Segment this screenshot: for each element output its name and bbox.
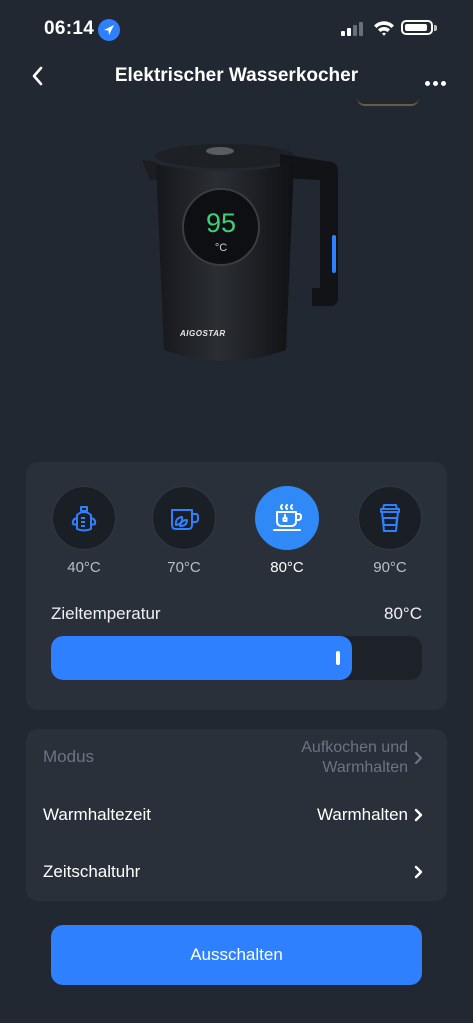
- location-arrow-icon: [98, 19, 120, 41]
- modus-label: Modus: [43, 747, 95, 766]
- modus-value: Aufkochen und Warmhalten: [301, 739, 408, 776]
- warmhaltezeit-label: Warmhaltezeit: [43, 805, 152, 824]
- preset-80[interactable]: 80°C: [255, 486, 319, 576]
- zeitschaltuhr-label[interactable]: Zeitschaltuhr: [43, 862, 140, 882]
- preset-circle: [358, 486, 422, 550]
- preset-label: 40°C: [67, 559, 101, 576]
- chevron-right-icon[interactable]: [414, 865, 424, 879]
- temperature-slider[interactable]: [51, 636, 422, 680]
- chevron-right-icon: [414, 751, 423, 765]
- coffee-cup-icon: [380, 504, 400, 532]
- more-dot-icon: [441, 81, 446, 86]
- power-off-button[interactable]: Ausschalten: [51, 925, 422, 985]
- preset-label: 70°C: [167, 559, 201, 576]
- preset-circle: [152, 486, 216, 550]
- back-button[interactable]: [26, 64, 50, 88]
- target-temperature-value: 80°C: [384, 604, 422, 623]
- more-options-button[interactable]: [425, 73, 449, 91]
- warmhaltezeit-value[interactable]: Warmhalten: [250, 805, 408, 825]
- battery-tip: [434, 25, 437, 31]
- display-temperature: 95: [205, 208, 237, 238]
- tab-indicator: [357, 96, 419, 106]
- cellular-signal-icon: [341, 22, 363, 36]
- hot-tea-cup-icon: [273, 504, 302, 531]
- baby-bottle-icon: [71, 506, 97, 532]
- kettle-image: [142, 144, 338, 361]
- tea-leaf-cup-icon: [171, 509, 199, 530]
- page-title: Elektrischer Wasserkocher: [114, 65, 359, 86]
- preset-label: 90°C: [373, 559, 407, 576]
- preset-90[interactable]: 90°C: [358, 486, 422, 576]
- preset-circle-active: [255, 486, 319, 550]
- more-dot-icon: [425, 81, 430, 86]
- preset-70[interactable]: 70°C: [152, 486, 216, 576]
- slider-handle[interactable]: [336, 651, 340, 665]
- modus-row[interactable]: Aufkochen und Warmhalten: [250, 738, 408, 778]
- preset-circle: [52, 486, 116, 550]
- display-unit: °C: [214, 242, 228, 254]
- chevron-right-icon[interactable]: [414, 808, 424, 822]
- more-dot-icon: [433, 81, 438, 86]
- status-time: 06:14: [44, 18, 95, 39]
- brand-logo: AIGOSTAR: [180, 329, 226, 338]
- slider-fill: [51, 636, 352, 680]
- preset-40[interactable]: 40°C: [52, 486, 116, 576]
- preset-label: 80°C: [270, 559, 304, 576]
- wifi-icon: [374, 21, 394, 36]
- target-temperature-label: Zieltemperatur: [51, 604, 161, 623]
- battery-icon: [401, 20, 433, 35]
- chevron-left-icon: [32, 66, 43, 86]
